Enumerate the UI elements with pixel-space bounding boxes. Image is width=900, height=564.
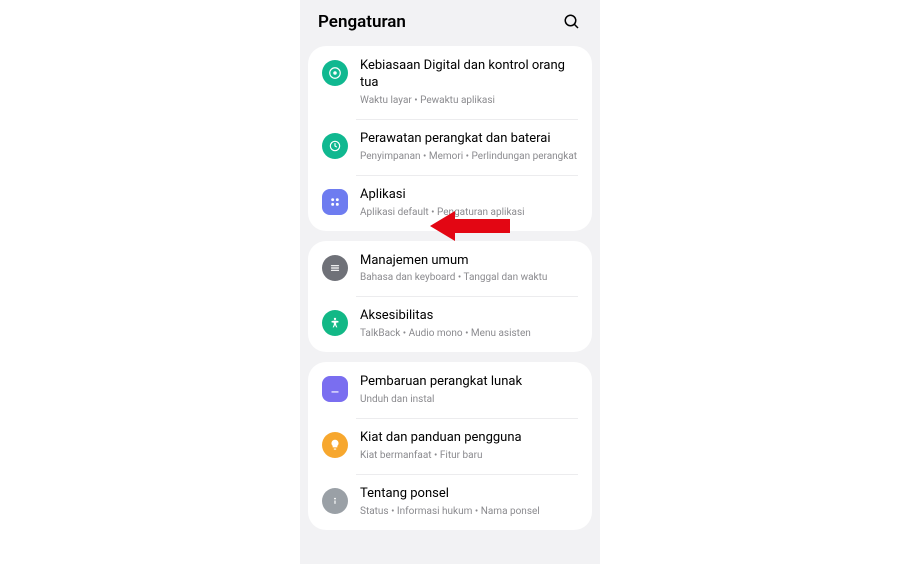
item-text: Tentang ponsel Status • Informasi hukum … xyxy=(360,486,578,518)
item-general-management[interactable]: Manajemen umum Bahasa dan keyboard • Tan… xyxy=(308,241,592,297)
item-subtitle: Unduh dan instal xyxy=(360,393,578,406)
item-digital-wellbeing[interactable]: Kebiasaan Digital dan kontrol orang tua … xyxy=(308,46,592,119)
settings-screen: Pengaturan Kebiasaan Digital dan kontrol… xyxy=(300,0,600,564)
item-title: Aplikasi xyxy=(360,187,578,204)
header: Pengaturan xyxy=(300,0,600,46)
item-text: Kiat dan panduan pengguna Kiat bermanfaa… xyxy=(360,430,578,462)
item-subtitle: Status • Informasi hukum • Nama ponsel xyxy=(360,505,578,518)
item-title: Aksesibilitas xyxy=(360,308,578,325)
care-icon xyxy=(322,133,348,159)
apps-icon xyxy=(322,189,348,215)
search-button[interactable] xyxy=(562,12,582,32)
accessibility-icon xyxy=(322,310,348,336)
item-tips[interactable]: Kiat dan panduan pengguna Kiat bermanfaa… xyxy=(308,418,592,474)
item-subtitle: Waktu layar • Pewaktu aplikasi xyxy=(360,94,578,107)
item-subtitle: Kiat bermanfaat • Fitur baru xyxy=(360,449,578,462)
group-general: Manajemen umum Bahasa dan keyboard • Tan… xyxy=(308,241,592,353)
item-subtitle: Bahasa dan keyboard • Tanggal dan waktu xyxy=(360,271,578,284)
general-icon xyxy=(322,255,348,281)
item-about-phone[interactable]: Tentang ponsel Status • Informasi hukum … xyxy=(308,474,592,530)
update-icon xyxy=(322,376,348,402)
item-subtitle: TalkBack • Audio mono • Menu asisten xyxy=(360,327,578,340)
tips-icon xyxy=(322,432,348,458)
settings-list: Kebiasaan Digital dan kontrol orang tua … xyxy=(300,46,600,564)
wellbeing-icon xyxy=(322,60,348,86)
item-text: Pembaruan perangkat lunak Unduh dan inst… xyxy=(360,374,578,406)
item-subtitle: Penyimpanan • Memori • Perlindungan pera… xyxy=(360,150,578,163)
item-device-care[interactable]: Perawatan perangkat dan baterai Penyimpa… xyxy=(308,119,592,175)
item-title: Kiat dan panduan pengguna xyxy=(360,430,578,447)
item-software-update[interactable]: Pembaruan perangkat lunak Unduh dan inst… xyxy=(308,362,592,418)
item-aplikasi[interactable]: Aplikasi Aplikasi default • Pengaturan a… xyxy=(308,175,592,231)
item-title: Tentang ponsel xyxy=(360,486,578,503)
search-icon xyxy=(563,13,581,31)
item-text: Perawatan perangkat dan baterai Penyimpa… xyxy=(360,131,578,163)
group-about: Pembaruan perangkat lunak Unduh dan inst… xyxy=(308,362,592,530)
item-title: Kebiasaan Digital dan kontrol orang tua xyxy=(360,58,578,92)
item-subtitle: Aplikasi default • Pengaturan aplikasi xyxy=(360,206,578,219)
item-title: Pembaruan perangkat lunak xyxy=(360,374,578,391)
about-icon xyxy=(322,488,348,514)
item-text: Aksesibilitas TalkBack • Audio mono • Me… xyxy=(360,308,578,340)
page-title: Pengaturan xyxy=(318,12,406,32)
item-text: Aplikasi Aplikasi default • Pengaturan a… xyxy=(360,187,578,219)
item-text: Manajemen umum Bahasa dan keyboard • Tan… xyxy=(360,253,578,285)
item-title: Manajemen umum xyxy=(360,253,578,270)
group-apps-care: Kebiasaan Digital dan kontrol orang tua … xyxy=(308,46,592,231)
item-accessibility[interactable]: Aksesibilitas TalkBack • Audio mono • Me… xyxy=(308,296,592,352)
item-text: Kebiasaan Digital dan kontrol orang tua … xyxy=(360,58,578,107)
item-title: Perawatan perangkat dan baterai xyxy=(360,131,578,148)
